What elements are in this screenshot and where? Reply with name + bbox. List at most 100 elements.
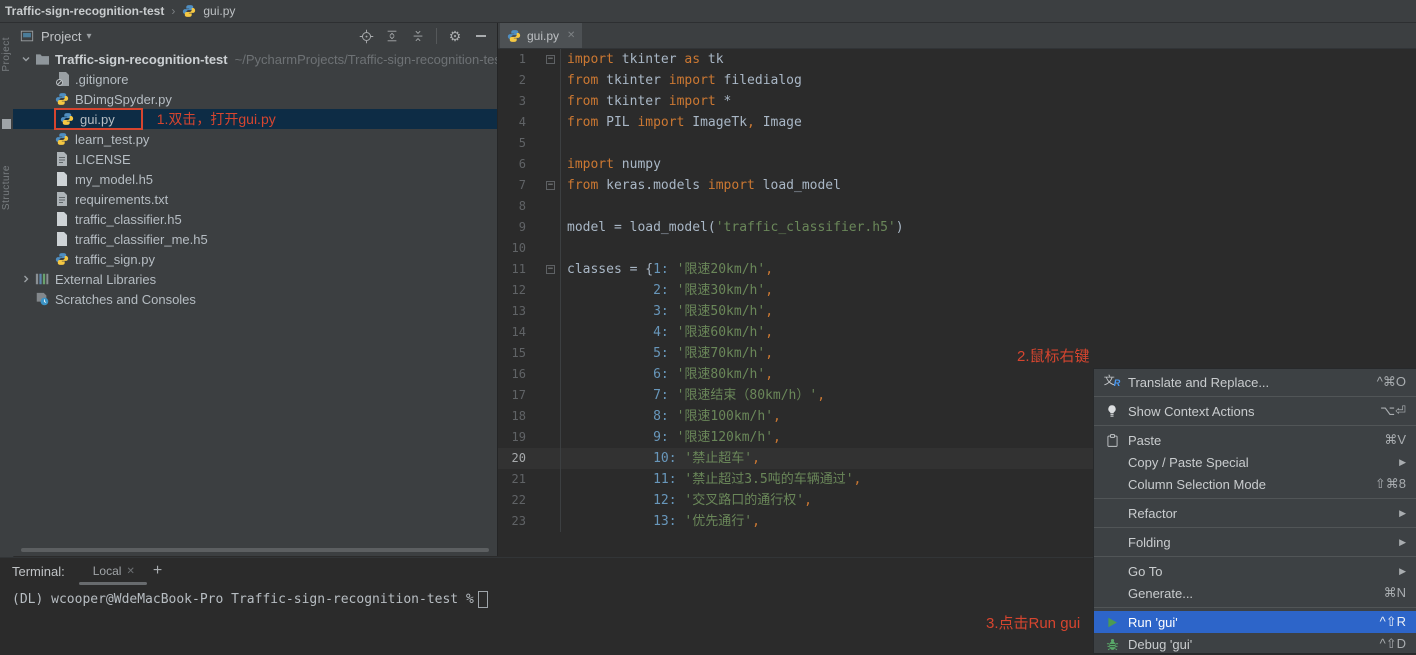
code-text (561, 133, 567, 154)
menu-item-label: Translate and Replace... (1128, 375, 1365, 390)
code-line-9[interactable]: 9model = load_model('traffic_classifier.… (498, 217, 1416, 238)
breadcrumb-file[interactable]: gui.py (203, 4, 235, 18)
menu-shortcut: ⇧⌘8 (1375, 476, 1406, 492)
line-number: 13 (498, 301, 526, 322)
gutter-spacer (526, 364, 561, 385)
tree-item-bdimgspyder-py[interactable]: BDimgSpyder.py (13, 89, 497, 109)
stripe-label-project[interactable]: Project (1, 37, 12, 72)
menu-item-go-to[interactable]: Go To▶ (1094, 560, 1416, 582)
menu-shortcut: ^⇧R (1380, 614, 1406, 630)
menu-item-run-gui[interactable]: Run 'gui'^⇧R (1094, 611, 1416, 633)
tree-item-scratches-and-consoles[interactable]: Scratches and Consoles (13, 289, 497, 309)
gutter-spacer (526, 196, 561, 217)
tree-item-traffic-classifier-me-h5[interactable]: traffic_classifier_me.h5 (13, 229, 497, 249)
code-line-13[interactable]: 13 3: '限速50km/h', (498, 301, 1416, 322)
menu-item-refactor[interactable]: Refactor▶ (1094, 502, 1416, 524)
tree-item-label: .gitignore (75, 72, 128, 87)
textfile-icon (54, 191, 70, 207)
code-line-15[interactable]: 15 5: '限速70km/h', (498, 343, 1416, 364)
toolbar-separator (436, 28, 437, 44)
menu-item-debug-gui[interactable]: Debug 'gui'^⇧D (1094, 633, 1416, 655)
code-line-11[interactable]: 11−classes = {1: '限速20km/h', (498, 259, 1416, 280)
gutter-spacer (526, 385, 561, 406)
code-line-2[interactable]: 2from tkinter import filedialog (498, 70, 1416, 91)
tree-item-traffic-sign-py[interactable]: traffic_sign.py (13, 249, 497, 269)
horizontal-scrollbar[interactable] (21, 548, 489, 552)
tree-item-traffic-classifier-h5[interactable]: traffic_classifier.h5 (13, 209, 497, 229)
close-icon[interactable]: ✕ (126, 566, 134, 577)
menu-item-folding[interactable]: Folding▶ (1094, 531, 1416, 553)
chevron-right-icon[interactable] (18, 274, 34, 284)
menu-item-label: Go To (1128, 564, 1399, 579)
menu-item-paste[interactable]: Paste⌘V (1094, 429, 1416, 451)
gutter-spacer (526, 217, 561, 238)
hide-icon[interactable] (473, 28, 489, 44)
code-text: from tkinter import * (561, 91, 731, 112)
project-panel-title[interactable]: Project (41, 29, 81, 44)
breadcrumb-project[interactable]: Traffic-sign-recognition-test (5, 4, 164, 18)
menu-item-label: Debug 'gui' (1128, 637, 1368, 652)
code-text: 6: '限速80km/h', (561, 364, 773, 385)
code-line-10[interactable]: 10 (498, 238, 1416, 259)
clipboard-icon (1102, 434, 1122, 447)
menu-item-generate[interactable]: Generate...⌘N (1094, 582, 1416, 604)
folder-icon (34, 51, 50, 67)
code-line-14[interactable]: 14 4: '限速60km/h', (498, 322, 1416, 343)
annotation-step2: 2.鼠标右键 (1017, 345, 1090, 366)
menu-item-label: Paste (1128, 433, 1372, 448)
tab-gui-py[interactable]: gui.py ✕ (500, 23, 582, 48)
code-line-1[interactable]: 1−import tkinter as tk (498, 49, 1416, 70)
tree-item-requirements-txt[interactable]: requirements.txt (13, 189, 497, 209)
tree-item-gitignore[interactable]: .gitignore (13, 69, 497, 89)
line-number: 22 (498, 490, 526, 511)
code-line-6[interactable]: 6import numpy (498, 154, 1416, 175)
line-number: 18 (498, 406, 526, 427)
code-line-4[interactable]: 4from PIL import ImageTk, Image (498, 112, 1416, 133)
menu-item-copy-paste-special[interactable]: Copy / Paste Special▶ (1094, 451, 1416, 473)
chevron-down-icon[interactable]: ▾ (86, 31, 91, 42)
settings-icon[interactable]: ⚙ (447, 28, 463, 44)
expand-all-icon[interactable] (384, 28, 400, 44)
code-line-5[interactable]: 5 (498, 133, 1416, 154)
menu-separator (1094, 396, 1416, 397)
menu-item-show-context-actions[interactable]: Show Context Actions⌥⏎ (1094, 400, 1416, 422)
tree-item-label: traffic_classifier_me.h5 (75, 232, 208, 247)
menu-item-column-selection-mode[interactable]: Column Selection Mode⇧⌘8 (1094, 473, 1416, 495)
terminal-tab-local[interactable]: Local ✕ (93, 564, 135, 578)
chevron-down-icon[interactable] (18, 54, 34, 64)
menu-separator (1094, 527, 1416, 528)
tree-item-learn-test-py[interactable]: learn_test.py (13, 129, 497, 149)
code-line-7[interactable]: 7−from keras.models import load_model (498, 175, 1416, 196)
tree-item-gui-py[interactable]: gui.py1.双击，打开gui.py (13, 109, 497, 129)
gutter-spacer (526, 280, 561, 301)
close-icon[interactable]: ✕ (567, 30, 575, 41)
new-terminal-button[interactable]: + (153, 562, 162, 580)
gutter-spacer (526, 91, 561, 112)
fold-marker[interactable]: − (526, 259, 561, 280)
collapse-all-icon[interactable] (410, 28, 426, 44)
project-panel-header: Project ▾ ⚙ (13, 23, 497, 49)
gutter-spacer (526, 511, 561, 532)
gutter-spacer (526, 469, 561, 490)
terminal-prompt: (DL) wcooper@WdeMacBook-Pro Traffic-sign… (12, 592, 474, 607)
target-icon[interactable] (358, 28, 374, 44)
project-root-path: ~/PycharmProjects/Traffic-sign-recogniti… (235, 52, 497, 67)
tree-item-label: my_model.h5 (75, 172, 153, 187)
tree-item-traffic-sign-recognition-test[interactable]: Traffic-sign-recognition-test~/PycharmPr… (13, 49, 497, 69)
line-number: 6 (498, 154, 526, 175)
code-line-3[interactable]: 3from tkinter import * (498, 91, 1416, 112)
fold-marker[interactable]: − (526, 175, 561, 196)
menu-item-translate-and-replace[interactable]: 文RTranslate and Replace...^⌘O (1094, 371, 1416, 393)
code-text: import tkinter as tk (561, 49, 724, 70)
tree-item-license[interactable]: LICENSE (13, 149, 497, 169)
fold-marker[interactable]: − (526, 49, 561, 70)
line-number: 16 (498, 364, 526, 385)
code-line-8[interactable]: 8 (498, 196, 1416, 217)
gutter-spacer (526, 427, 561, 448)
tree-item-my-model-h5[interactable]: my_model.h5 (13, 169, 497, 189)
line-number: 2 (498, 70, 526, 91)
line-number: 8 (498, 196, 526, 217)
code-line-12[interactable]: 12 2: '限速30km/h', (498, 280, 1416, 301)
tree-item-external-libraries[interactable]: External Libraries (13, 269, 497, 289)
stripe-label-structure[interactable]: Structure (1, 165, 12, 210)
